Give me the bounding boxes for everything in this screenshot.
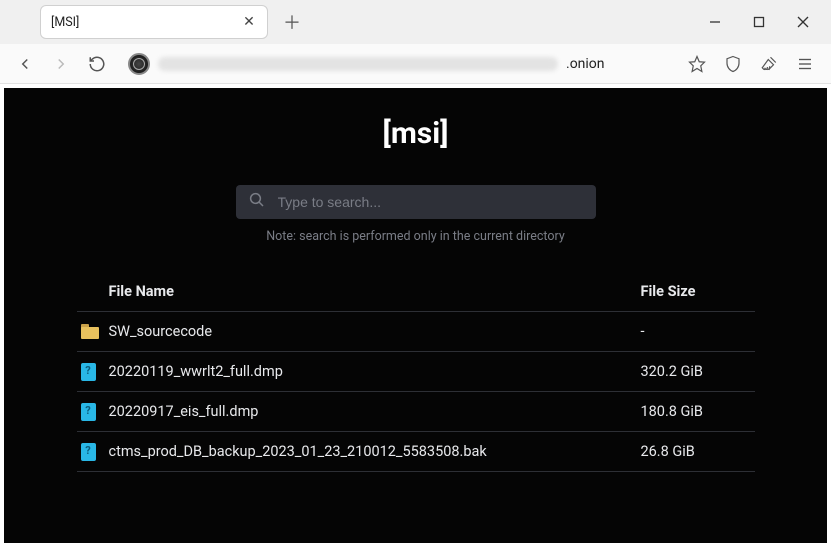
page-title: [msi] xyxy=(4,116,827,151)
toolbar-right xyxy=(681,48,821,80)
window-close-button[interactable] xyxy=(781,6,825,38)
shield-icon[interactable] xyxy=(717,48,749,80)
file-icon xyxy=(81,443,109,461)
window-bar: [MSI] ✕ ＋ xyxy=(0,0,831,44)
table-header: File Name File Size xyxy=(77,272,755,312)
url-bar[interactable]: .onion xyxy=(118,49,675,79)
browser-tab[interactable]: [MSI] ✕ xyxy=(40,5,268,39)
nav-bar: .onion xyxy=(0,44,831,84)
page: [msi] Note: search is performed only in … xyxy=(4,88,827,543)
search-wrap: Note: search is performed only in the cu… xyxy=(236,185,596,244)
broom-clear-icon[interactable] xyxy=(753,48,785,80)
back-button[interactable] xyxy=(10,49,40,79)
file-name: SW_sourcecode xyxy=(109,323,641,340)
bookmark-icon[interactable] xyxy=(681,48,713,80)
menu-icon[interactable] xyxy=(789,48,821,80)
file-table: File Name File Size SW_sourcecode-202201… xyxy=(77,272,755,472)
file-name: 20220119_wwrlt2_full.dmp xyxy=(109,363,641,380)
reload-button[interactable] xyxy=(82,49,112,79)
file-size: - xyxy=(641,323,751,340)
forward-button[interactable] xyxy=(46,49,76,79)
file-size: 26.8 GiB xyxy=(641,443,751,460)
viewport: [msi] Note: search is performed only in … xyxy=(0,84,831,547)
window-minimize-button[interactable] xyxy=(693,6,737,38)
search-note: Note: search is performed only in the cu… xyxy=(236,229,596,244)
table-row[interactable]: ctms_prod_DB_backup_2023_01_23_210012_55… xyxy=(77,432,755,472)
url-suffix: .onion xyxy=(566,56,605,72)
file-name: 20220917_eis_full.dmp xyxy=(109,403,641,420)
table-row[interactable]: 20220119_wwrlt2_full.dmp320.2 GiB xyxy=(77,352,755,392)
tab-title: [MSI] xyxy=(51,15,241,30)
file-icon xyxy=(81,363,109,381)
table-row[interactable]: 20220917_eis_full.dmp180.8 GiB xyxy=(77,392,755,432)
col-header-name: File Name xyxy=(109,283,641,300)
search-icon xyxy=(248,191,266,213)
new-tab-button[interactable]: ＋ xyxy=(278,8,306,36)
tab-close-icon[interactable]: ✕ xyxy=(241,14,257,30)
file-name: ctms_prod_DB_backup_2023_01_23_210012_55… xyxy=(109,443,641,460)
url-redacted xyxy=(158,57,558,71)
col-header-size: File Size xyxy=(641,283,751,300)
search-input[interactable] xyxy=(278,194,584,210)
folder-icon xyxy=(81,324,109,339)
file-icon xyxy=(81,403,109,421)
tor-onion-icon xyxy=(128,53,150,75)
table-row[interactable]: SW_sourcecode- xyxy=(77,312,755,352)
file-size: 320.2 GiB xyxy=(641,363,751,380)
file-size: 180.8 GiB xyxy=(641,403,751,420)
search-box[interactable] xyxy=(236,185,596,219)
window-controls xyxy=(693,0,825,44)
window-maximize-button[interactable] xyxy=(737,6,781,38)
